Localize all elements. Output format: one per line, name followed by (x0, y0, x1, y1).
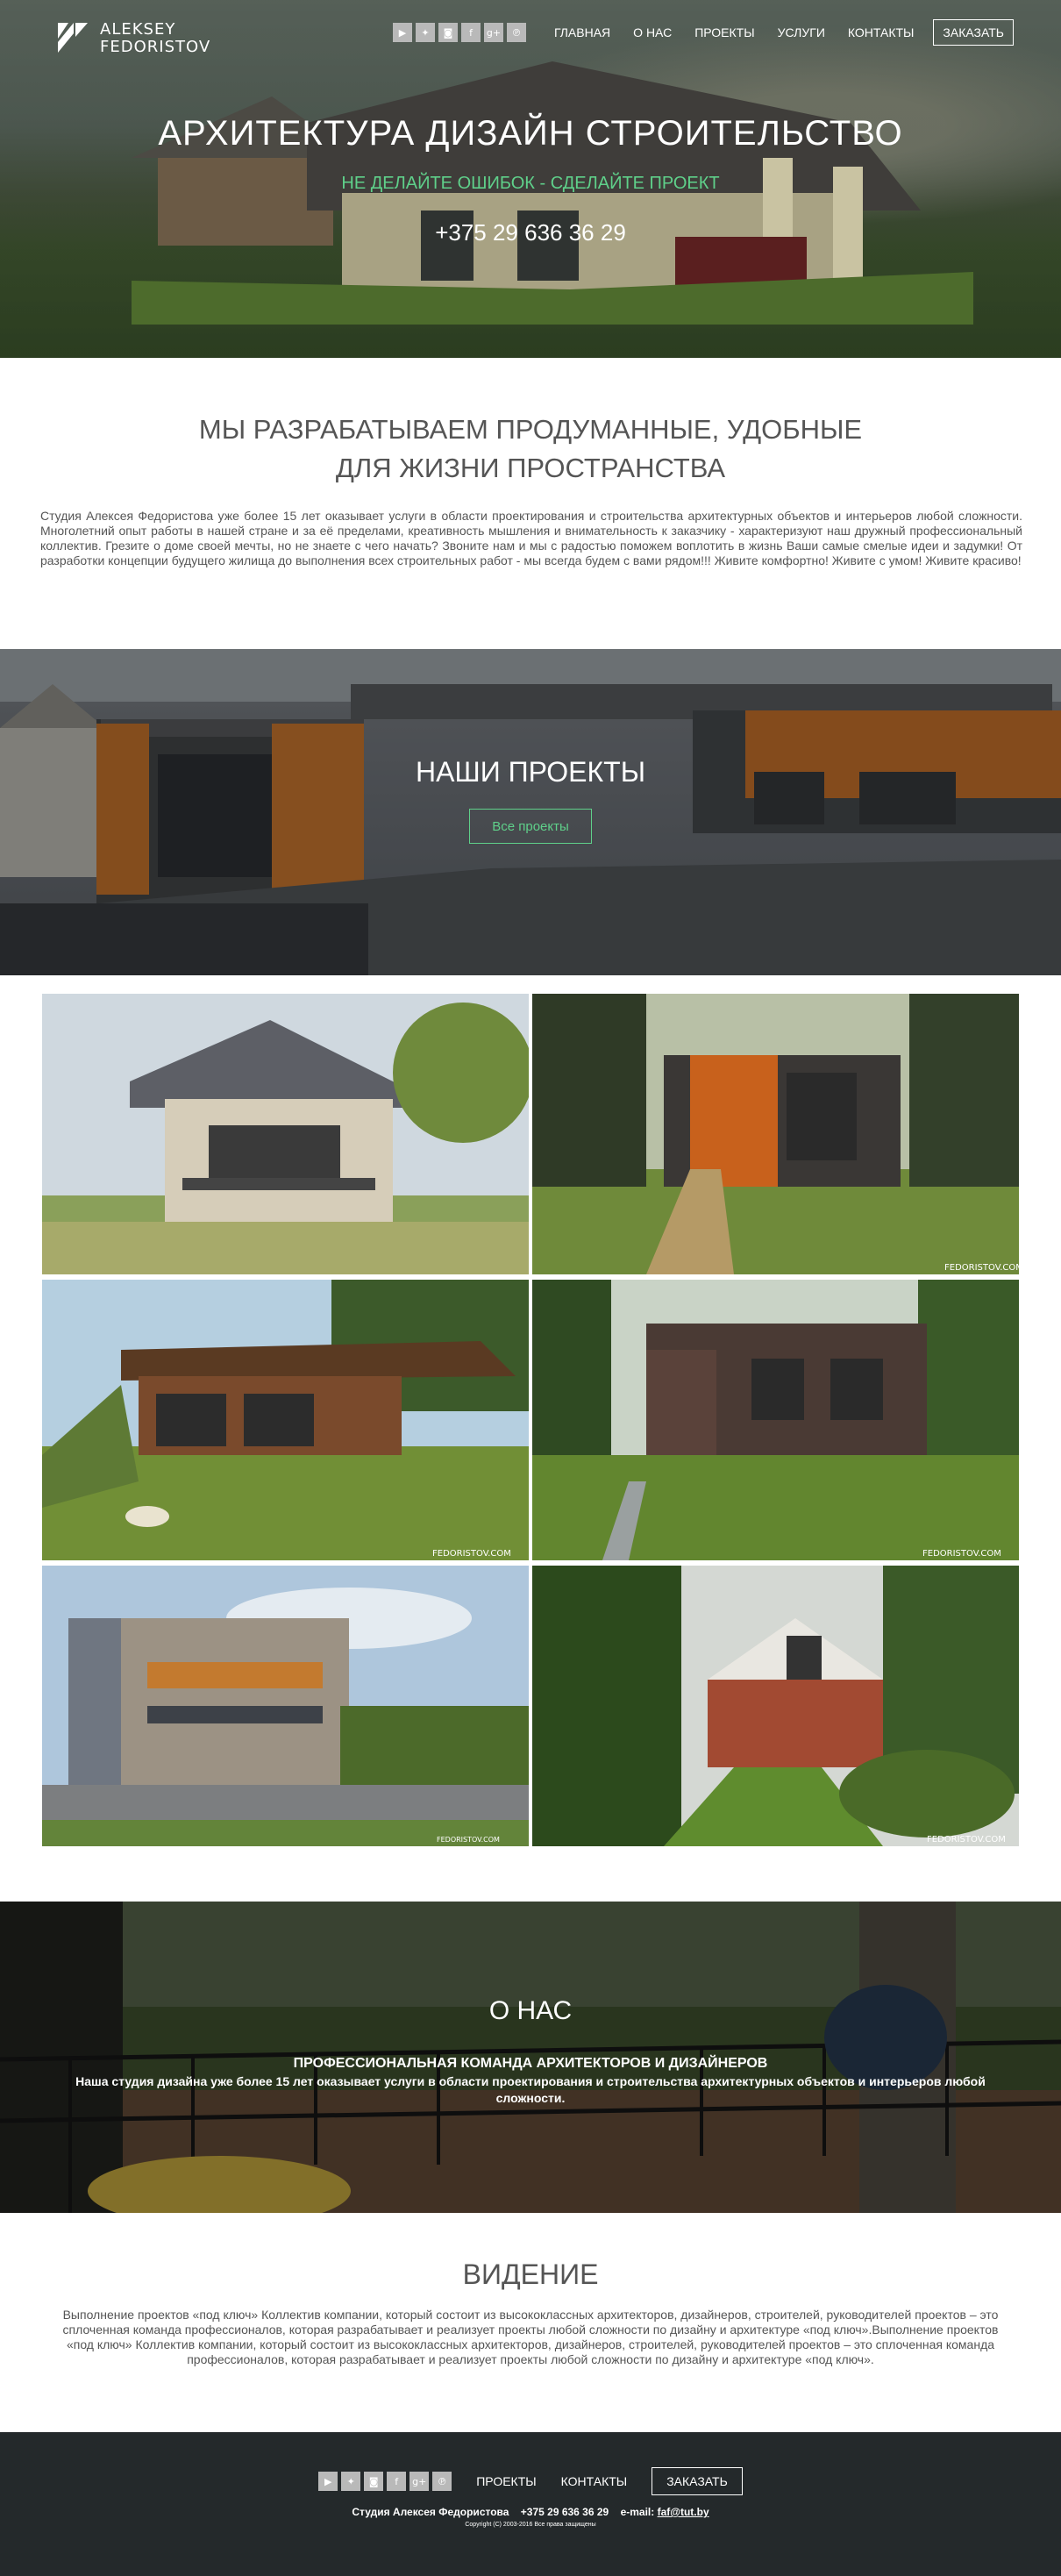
facebook-icon[interactable]: f (387, 2472, 407, 2491)
project-photo-orange-cottage[interactable]: FEDORISTOV.COM (532, 994, 1019, 1274)
footer-nav: ▶ ✦ ◙ f g+ ℗ ПРОЕКТЫ КОНТАКТЫ ЗАКАЗАТЬ (0, 2467, 1061, 2495)
footer-contacts: Студия Алексея Федористова +375 29 636 3… (0, 2506, 1061, 2518)
youtube-icon[interactable]: ▶ (393, 23, 412, 42)
about-title: О НАС (488, 1996, 573, 2025)
vision-section: ВИДЕНИЕ Выполнение проектов «под ключ» К… (0, 2213, 1061, 2432)
footer-social-links: ▶ ✦ ◙ f g+ ℗ (318, 2472, 452, 2491)
twitter-icon[interactable]: ✦ (341, 2472, 361, 2491)
nav-home[interactable]: ГЛАВНАЯ (554, 25, 610, 39)
nav-contacts[interactable]: КОНТАКТЫ (848, 25, 915, 39)
footer-nav-projects[interactable]: ПРОЕКТЫ (476, 2474, 536, 2488)
watermark: FEDORISTOV.COM (437, 1836, 500, 1844)
intro-title: МЫ РАЗРАБАТЫВАЕМ ПРОДУМАННЫЕ, УДОБНЫЕ ДЛ… (0, 410, 1061, 488)
instagram-icon[interactable]: ◙ (364, 2472, 384, 2491)
footer-email-label: e-mail: (620, 2506, 655, 2518)
projects-banner: НАШИ ПРОЕКТЫ Все проекты (0, 649, 1061, 975)
about-text: Наша студия дизайна уже более 15 лет ока… (75, 2074, 986, 2105)
google-plus-icon[interactable]: g+ (409, 2472, 430, 2491)
intro-text: Студия Алексея Федористова уже более 15 … (40, 509, 1022, 567)
footer-email-link[interactable]: faf@tut.by (658, 2506, 709, 2518)
hero-title: АРХИТЕКТУРА ДИЗАЙН СТРОИТЕЛЬСТВО (158, 114, 903, 153)
main-nav: ГЛАВНАЯ О НАС ПРОЕКТЫ УСЛУГИ КОНТАКТЫ ЗА… (531, 19, 1014, 46)
watermark: FEDORISTOV.COM (432, 1549, 511, 1559)
google-plus-icon[interactable]: g+ (484, 23, 503, 42)
hero-section: ALEKSEY FEDORISTOV ▶ ✦ ◙ f g+ ℗ ГЛАВНАЯ … (0, 0, 1061, 358)
social-links: ▶ ✦ ◙ f g+ ℗ (393, 23, 526, 42)
hero-phone[interactable]: +375 29 636 36 29 (0, 219, 1061, 246)
intro-section: МЫ РАЗРАБАТЫВАЕМ ПРОДУМАННЫЕ, УДОБНЫЕ ДЛ… (0, 358, 1061, 649)
vision-text: Выполнение проектов «под ключ» Коллектив… (62, 2308, 999, 2366)
about-subtitle: ПРОФЕССИОНАЛЬНАЯ КОМАНДА АРХИТЕКТОРОВ И … (293, 2056, 768, 2071)
twitter-icon[interactable]: ✦ (416, 23, 435, 42)
pinterest-icon[interactable]: ℗ (507, 23, 526, 42)
projects-gallery: FEDORISTOV.COM FEDORISTOV.COM FEDORISTOV… (42, 994, 1019, 1846)
facebook-icon[interactable]: f (461, 23, 481, 42)
footer: ▶ ✦ ◙ f g+ ℗ ПРОЕКТЫ КОНТАКТЫ ЗАКАЗАТЬ С… (0, 2432, 1061, 2576)
brand-name-line2: FEDORISTOV (100, 38, 211, 56)
project-photo-brick-house[interactable] (42, 994, 529, 1274)
project-photo-garden-house[interactable]: FEDORISTOV.COM (532, 1566, 1019, 1846)
footer-order-button[interactable]: ЗАКАЗАТЬ (652, 2467, 743, 2495)
nav-services[interactable]: УСЛУГИ (778, 25, 825, 39)
about-section: О НАС ПРОФЕССИОНАЛЬНАЯ КОМАНДА АРХИТЕКТО… (0, 1902, 1061, 2213)
project-photo-modern-house[interactable]: FEDORISTOV.COM (532, 1280, 1019, 1560)
brand-name-line1: ALEKSEY (100, 20, 176, 39)
hero-slogan: НЕ ДЕЛАЙТЕ ОШИБОК - СДЕЛАЙТЕ ПРОЕКТ (341, 174, 720, 193)
pinterest-icon[interactable]: ℗ (432, 2472, 452, 2491)
vision-title: ВИДЕНИЕ (462, 2258, 599, 2290)
footer-copyright: Copyright (C) 2003-2016 Все права защище… (465, 2522, 596, 2528)
project-photo-office-building[interactable]: FEDORISTOV.COM (42, 1566, 529, 1846)
nav-projects[interactable]: ПРОЕКТЫ (694, 25, 754, 39)
intro-title-line2: ДЛЯ ЖИЗНИ ПРОСТРАНСТВА (335, 453, 726, 483)
watermark: FEDORISTOV.COM (927, 1835, 1006, 1845)
order-button[interactable]: ЗАКАЗАТЬ (933, 19, 1014, 46)
project-photo-timber-house[interactable]: FEDORISTOV.COM (42, 1280, 529, 1560)
watermark: FEDORISTOV.COM (922, 1549, 1001, 1559)
instagram-icon[interactable]: ◙ (438, 23, 458, 42)
intro-title-line1: МЫ РАЗРАБАТЫВАЕМ ПРОДУМАННЫЕ, УДОБНЫЕ (198, 414, 863, 445)
logo-mark-icon (58, 23, 88, 53)
projects-title: НАШИ ПРОЕКТЫ (415, 756, 646, 788)
brand-logo[interactable]: ALEKSEY FEDORISTOV (56, 21, 210, 56)
all-projects-button[interactable]: Все проекты (469, 809, 592, 844)
footer-phone[interactable]: +375 29 636 36 29 (521, 2506, 609, 2518)
footer-studio: Студия Алексея Федористова (352, 2506, 509, 2518)
nav-about[interactable]: О НАС (633, 25, 672, 39)
youtube-icon[interactable]: ▶ (318, 2472, 338, 2491)
watermark: FEDORISTOV.COM (944, 1263, 1019, 1273)
footer-nav-contacts[interactable]: КОНТАКТЫ (561, 2474, 628, 2488)
